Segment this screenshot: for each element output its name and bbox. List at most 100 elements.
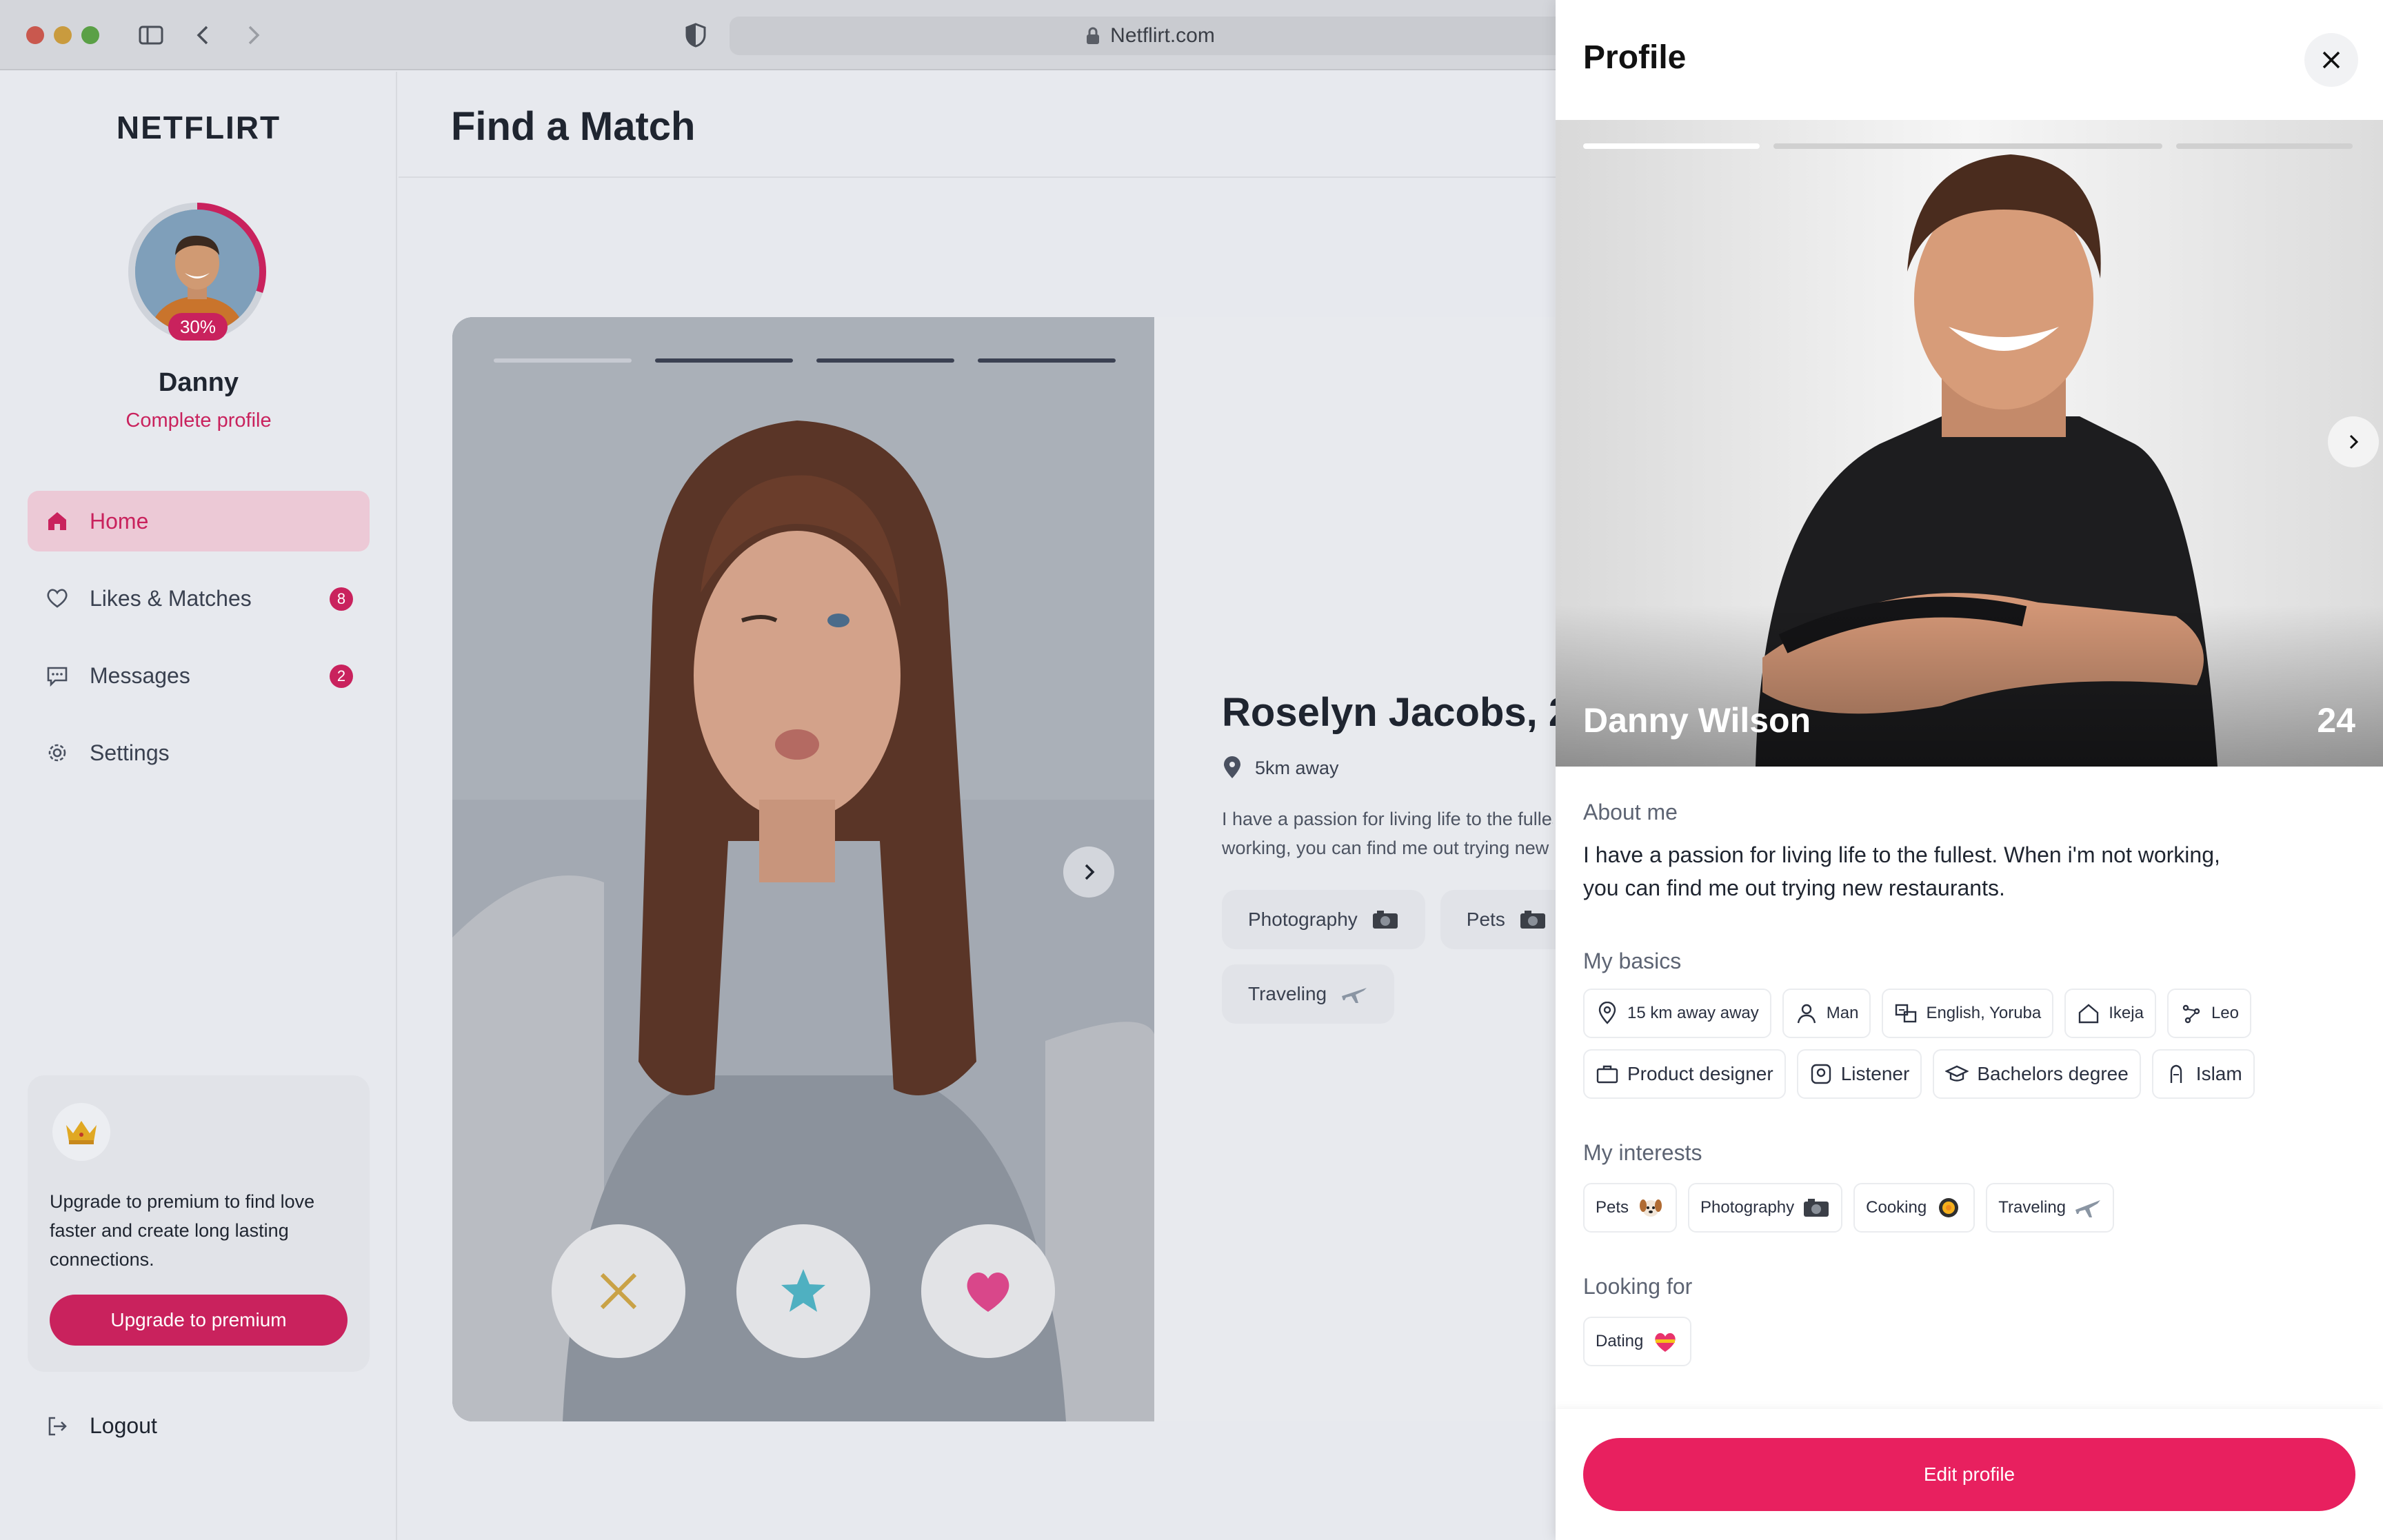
match-tag-label: Photography	[1248, 909, 1358, 930]
complete-profile-link[interactable]: Complete profile	[0, 409, 397, 432]
cooking-emoji-icon	[1939, 1198, 1959, 1217]
personality-icon	[1811, 1064, 1831, 1084]
match-tags: Photography Pets Traveling	[1222, 890, 1556, 1024]
next-photo-button[interactable]	[1063, 847, 1114, 898]
chip-label: Cooking	[1866, 1198, 1927, 1217]
upgrade-button[interactable]: Upgrade to premium	[50, 1295, 348, 1346]
match-distance-text: 5km away	[1255, 757, 1339, 778]
basic-chip-distance: 15 km away away	[1583, 989, 1771, 1038]
forward-icon[interactable]	[237, 19, 269, 51]
airplane-emoji-icon	[1342, 988, 1367, 1003]
chip-label: Leo	[2211, 1004, 2239, 1022]
upgrade-description: Upgrade to premium to find love faster a…	[50, 1191, 315, 1270]
sidebar-item-home[interactable]: Home	[28, 491, 370, 551]
heart-icon	[47, 589, 68, 608]
interests-label: My interests	[1583, 1140, 1702, 1165]
next-photo-button[interactable]	[2328, 416, 2379, 467]
match-tag-pets: Pets	[1440, 890, 1556, 949]
super-like-button[interactable]	[736, 1224, 870, 1358]
basic-chip-zodiac: Leo	[2166, 989, 2251, 1038]
logout-label: Logout	[90, 1413, 157, 1438]
gear-icon	[48, 744, 66, 762]
match-distance: 5km away	[1222, 756, 1556, 780]
sidebar-item-label: Likes & Matches	[90, 585, 252, 611]
zodiac-icon	[2182, 1004, 2200, 1024]
lock-icon	[1087, 27, 1100, 44]
dislike-button[interactable]	[552, 1224, 685, 1358]
person-icon	[1797, 1004, 1816, 1024]
interest-chip-pets: Pets	[1583, 1183, 1678, 1233]
match-bio-line: I have a passion for living life to the …	[1222, 809, 1553, 829]
basic-chip-religion: Islam	[2151, 1049, 2255, 1099]
browser-toolbar: Netflirt.com	[0, 0, 1571, 70]
chip-label: Islam	[2195, 1063, 2242, 1084]
airplane-emoji-icon	[2075, 1200, 2101, 1217]
chip-label: Listener	[1840, 1063, 1910, 1084]
brand-logo: NETFLIRT	[116, 110, 281, 145]
upgrade-card: Upgrade to premium to find love faster a…	[28, 1075, 370, 1372]
photo-progress-1	[494, 358, 632, 363]
like-button[interactable]	[921, 1224, 1055, 1358]
logout-button[interactable]: Logout	[46, 1413, 157, 1439]
heart-icon	[967, 1273, 1009, 1312]
house-icon	[2079, 1004, 2099, 1024]
profile-completion-badge: 30%	[168, 313, 228, 341]
home-icon	[48, 512, 66, 530]
sidebar-item-messages[interactable]: Messages 2	[28, 645, 370, 706]
profile-age: 24	[2317, 701, 2355, 740]
looking-for-label: Looking for	[1583, 1274, 1693, 1299]
profile-photo[interactable]: Danny Wilson 24	[1556, 120, 2383, 767]
panel-title: Profile	[1583, 39, 1687, 76]
profile-name: Danny Wilson	[1583, 701, 1811, 740]
interest-chip-cooking: Cooking	[1853, 1183, 1975, 1233]
messages-count-badge: 2	[330, 665, 353, 688]
dog-emoji-icon	[1640, 1199, 1662, 1217]
logout-icon	[48, 1417, 67, 1435]
match-tag-label: Traveling	[1248, 983, 1327, 1004]
basic-chip-gender: Man	[1782, 989, 1871, 1038]
camera-emoji-icon	[1804, 1199, 1829, 1217]
chip-label: 15 km away away	[1627, 1004, 1759, 1022]
camera-emoji-icon	[1520, 911, 1545, 929]
briefcase-icon	[1596, 1065, 1618, 1084]
sidebar-item-settings[interactable]: Settings	[28, 722, 370, 783]
looking-for-row: Dating	[1583, 1317, 1692, 1366]
match-photo[interactable]	[452, 317, 1154, 1421]
window-zoom-button[interactable]	[81, 26, 99, 44]
location-icon	[1598, 1002, 1616, 1024]
chip-label: Dating	[1596, 1332, 1644, 1350]
window-close-button[interactable]	[26, 26, 44, 44]
basic-chip-education: Bachelors degree	[1933, 1049, 2141, 1099]
photo-progress-3	[816, 358, 954, 363]
photo-progress-1	[1583, 143, 1760, 149]
match-tag-label: Pets	[1466, 909, 1505, 930]
chip-label: Man	[1826, 1004, 1859, 1022]
edit-profile-button[interactable]: Edit profile	[1583, 1438, 2355, 1511]
sidebar-item-likes-matches[interactable]: Likes & Matches 8	[28, 568, 370, 629]
match-card: Roselyn Jacobs, 24 5km away I have a pas…	[452, 317, 1556, 1421]
chip-label: Ikeja	[2109, 1004, 2144, 1022]
looking-for-chip-dating: Dating	[1583, 1317, 1692, 1366]
sidebar-toggle-icon[interactable]	[135, 19, 167, 51]
camera-emoji-icon	[1372, 911, 1398, 929]
chevron-right-icon	[1085, 864, 1095, 880]
back-icon[interactable]	[188, 19, 219, 51]
chevron-right-icon	[2349, 434, 2359, 449]
window-minimize-button[interactable]	[54, 26, 72, 44]
basic-chip-job: Product designer	[1583, 1049, 1786, 1099]
privacy-shield-icon[interactable]	[680, 19, 712, 51]
heart-ribbon-emoji-icon	[1655, 1333, 1676, 1352]
sidebar-item-label: Home	[90, 508, 149, 534]
religion-icon	[2170, 1064, 2182, 1083]
basics-row: 15 km away away Man English, Yoruba Ikej…	[1583, 989, 2251, 1038]
match-tag-traveling: Traveling	[1222, 964, 1395, 1024]
address-bar[interactable]: Netflirt.com	[730, 17, 1571, 55]
profile-panel: Profile Danny Wilson 24 About me I have …	[1556, 0, 2383, 1540]
main-header: Find a Match	[399, 72, 1556, 178]
avatar[interactable]: 30%	[128, 203, 266, 341]
photo-progress-2	[1773, 143, 2162, 149]
language-icon	[1896, 1004, 1917, 1023]
close-button[interactable]	[2304, 33, 2358, 87]
panel-footer: Edit profile	[1556, 1409, 2383, 1540]
basics-row: Product designer Listener Bachelors degr…	[1583, 1049, 2255, 1099]
